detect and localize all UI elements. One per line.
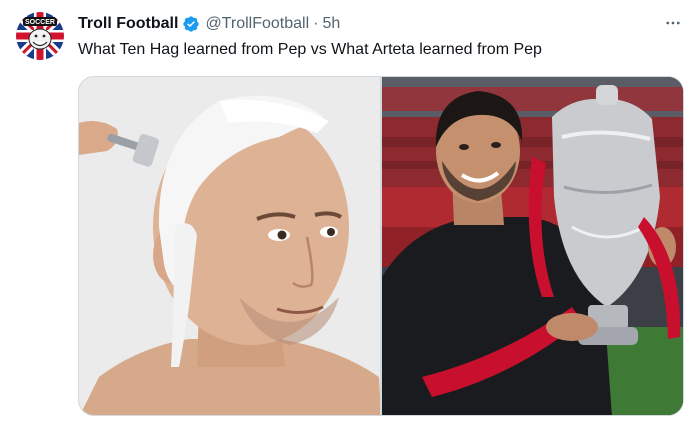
- tweet-media[interactable]: [78, 76, 684, 416]
- tweet-text: What Ten Hag learned from Pep vs What Ar…: [78, 41, 542, 58]
- display-name[interactable]: Troll Football: [78, 15, 178, 33]
- user-handle[interactable]: @TrollFootball: [205, 15, 309, 33]
- avatar-banner-text: SOCCER: [25, 19, 55, 26]
- more-options-icon[interactable]: [662, 12, 684, 34]
- verified-badge-icon[interactable]: [182, 15, 200, 33]
- avatar-image: SOCCER: [16, 12, 64, 60]
- tweet[interactable]: SOCCER Troll Football @TrollFootball · 5…: [0, 0, 700, 428]
- separator-dot: ·: [313, 15, 319, 32]
- tweet-header: Troll Football @TrollFootball · 5h: [78, 14, 340, 34]
- timestamp[interactable]: 5h: [322, 15, 340, 33]
- media-photo-right[interactable]: [382, 77, 683, 415]
- media-photo-left[interactable]: [79, 77, 380, 415]
- avatar[interactable]: SOCCER: [16, 12, 64, 60]
- shaving-photo-illustration: [79, 77, 380, 415]
- trophy-photo-illustration: [382, 77, 683, 415]
